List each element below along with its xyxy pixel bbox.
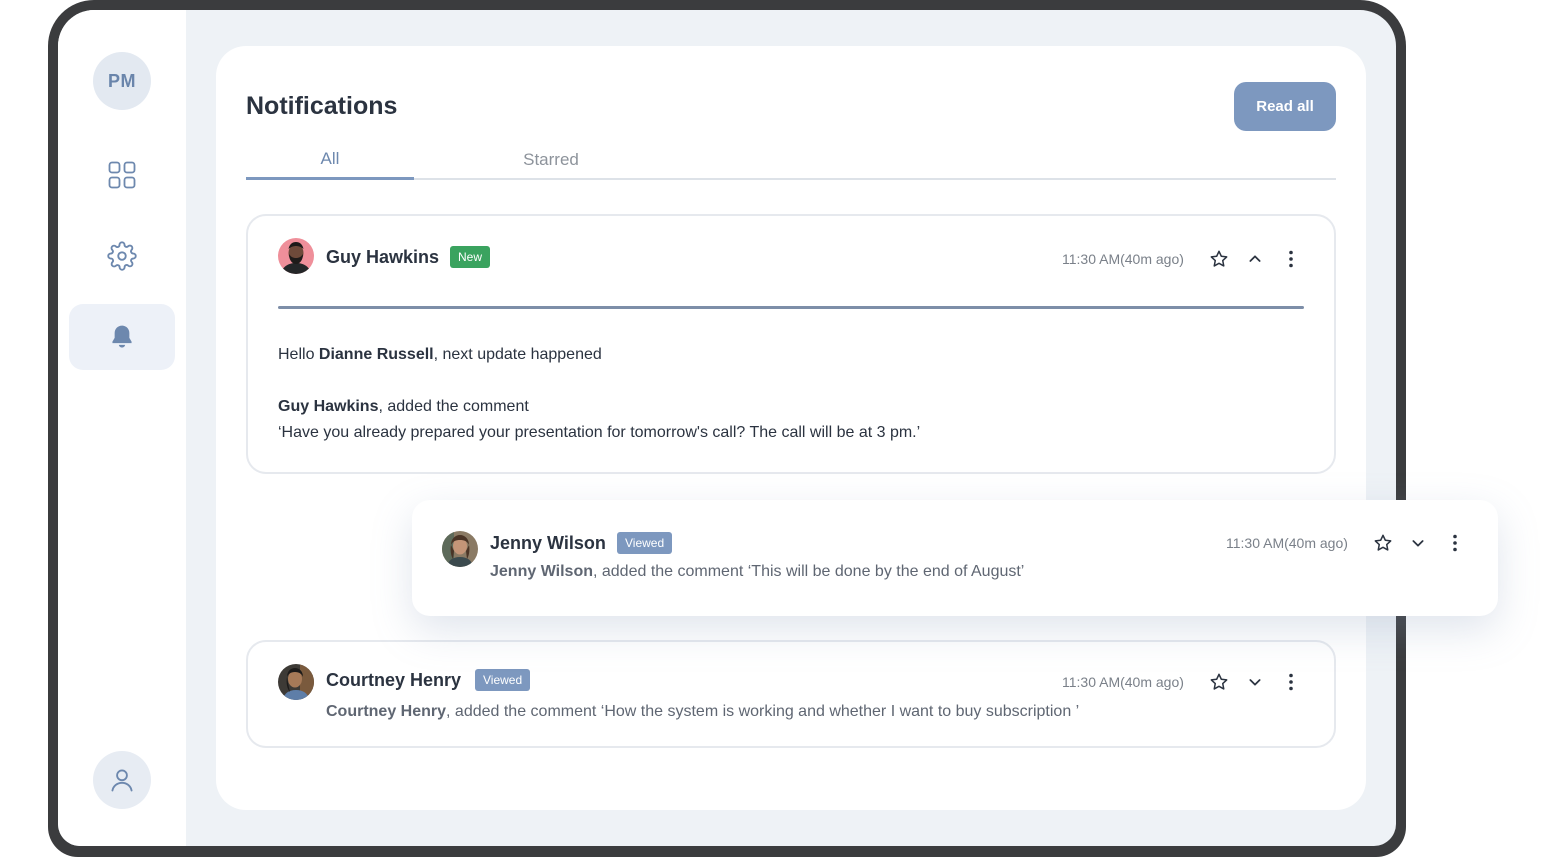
profile-button[interactable] xyxy=(93,751,151,809)
notification-card[interactable]: Courtney Henry Viewed 11:30 AM(40m ago) … xyxy=(246,640,1336,748)
timestamp: 11:30 AM(40m ago) xyxy=(1226,535,1348,551)
star-button[interactable] xyxy=(1208,671,1230,693)
collapse-button[interactable] xyxy=(1244,248,1266,270)
comment-text: Jenny Wilson, added the comment ‘This wi… xyxy=(490,563,1025,580)
status-badge: Viewed xyxy=(617,532,673,554)
avatar xyxy=(278,664,314,700)
divider xyxy=(278,306,1304,309)
star-button[interactable] xyxy=(1372,532,1394,554)
star-icon xyxy=(1374,534,1392,551)
tab-starred[interactable]: Starred xyxy=(519,150,583,181)
more-options-button[interactable] xyxy=(1280,671,1302,693)
status-badge: Viewed xyxy=(475,669,531,691)
sidebar-item-dashboard[interactable] xyxy=(69,142,175,208)
comment-action: Guy Hawkins, added the comment xyxy=(278,398,529,415)
star-icon xyxy=(1210,250,1228,267)
read-all-button[interactable]: Read all xyxy=(1234,82,1336,131)
sender-name: Guy Hawkins xyxy=(326,247,440,267)
notifications-panel: Notifications Read all All Starred Guy H… xyxy=(216,46,1366,810)
comment-text: ‘Have you already prepared your presenta… xyxy=(278,424,921,441)
chevron-down-icon xyxy=(1412,540,1424,547)
more-vertical-icon xyxy=(1453,534,1457,552)
expand-button[interactable] xyxy=(1407,532,1429,554)
star-button[interactable] xyxy=(1208,248,1230,270)
more-options-button[interactable] xyxy=(1444,532,1466,554)
tab-all[interactable]: All xyxy=(246,149,414,180)
notification-card[interactable]: Jenny Wilson Viewed 11:30 AM(40m ago) Je… xyxy=(412,500,1498,616)
sidebar-item-notifications[interactable] xyxy=(69,304,175,370)
star-icon xyxy=(1210,673,1228,690)
bell-icon xyxy=(112,325,132,348)
sender-name: Courtney Henry xyxy=(326,670,462,690)
page-title: Notifications xyxy=(246,92,398,120)
account-avatar[interactable]: PM xyxy=(93,52,151,110)
more-vertical-icon xyxy=(1289,250,1293,268)
timestamp: 11:30 AM(40m ago) xyxy=(1062,674,1184,690)
greeting-text: Hello Dianne Russell, next update happen… xyxy=(278,346,602,363)
more-options-button[interactable] xyxy=(1280,248,1302,270)
chevron-up-icon xyxy=(1249,255,1261,262)
expand-button[interactable] xyxy=(1244,671,1266,693)
comment-text: Courtney Henry, added the comment ‘How t… xyxy=(326,703,1080,720)
notification-card[interactable]: Guy Hawkins New 11:30 AM(40m ago) Hello … xyxy=(246,214,1336,474)
timestamp: 11:30 AM(40m ago) xyxy=(1062,251,1184,267)
more-vertical-icon xyxy=(1289,673,1293,691)
user-icon xyxy=(111,769,133,792)
status-badge: New xyxy=(450,246,491,268)
avatar xyxy=(278,238,314,274)
tab-bar: All Starred xyxy=(246,146,1336,180)
avatar xyxy=(442,531,478,567)
gear-icon xyxy=(107,241,137,271)
sidebar-item-settings[interactable] xyxy=(69,223,175,289)
grid-icon xyxy=(108,161,136,189)
sender-name: Jenny Wilson xyxy=(490,533,606,553)
sidebar: PM xyxy=(58,10,186,846)
app-screen: PM Notifications Read all All Starred Gu… xyxy=(58,10,1396,846)
chevron-down-icon xyxy=(1249,679,1261,686)
